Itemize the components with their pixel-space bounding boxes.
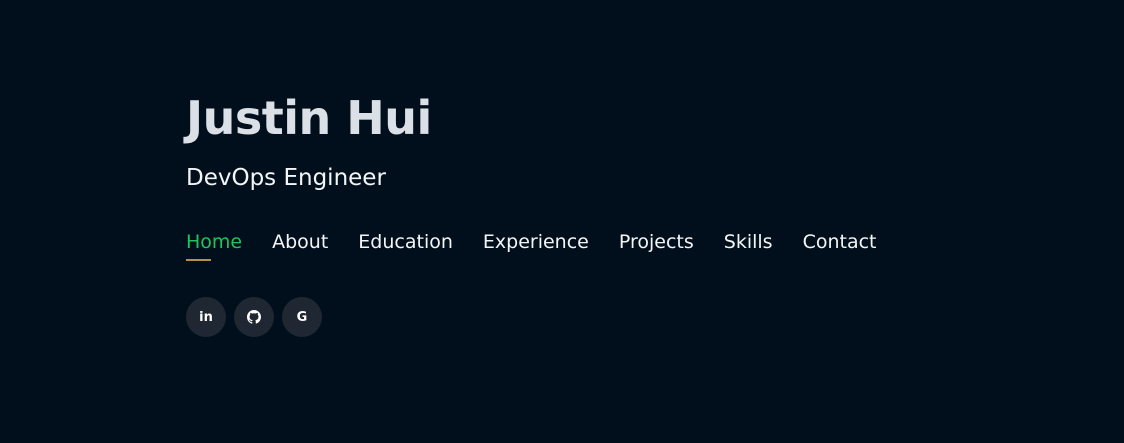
hero-role: DevOps Engineer	[186, 165, 386, 191]
nav-item-education[interactable]: Education	[358, 228, 453, 256]
nav-item-experience[interactable]: Experience	[483, 228, 589, 256]
linkedin-icon: in	[199, 309, 213, 325]
nav-item-about[interactable]: About	[272, 228, 328, 256]
nav-item-contact[interactable]: Contact	[803, 228, 877, 256]
nav-item-projects[interactable]: Projects	[619, 228, 694, 256]
github-button[interactable]	[234, 297, 274, 337]
nav-item-skills[interactable]: Skills	[724, 228, 773, 256]
google-icon: G	[296, 309, 308, 325]
github-icon	[247, 310, 261, 324]
main-nav: Home About Education Experience Projects…	[186, 228, 877, 261]
hero-name: Justin Hui	[186, 91, 432, 145]
nav-item-home[interactable]: Home	[186, 228, 242, 261]
hero-section: Justin Hui DevOps Engineer Home About Ed…	[186, 0, 1086, 443]
social-links: in G	[186, 297, 322, 337]
google-button[interactable]: G	[282, 297, 322, 337]
linkedin-button[interactable]: in	[186, 297, 226, 337]
